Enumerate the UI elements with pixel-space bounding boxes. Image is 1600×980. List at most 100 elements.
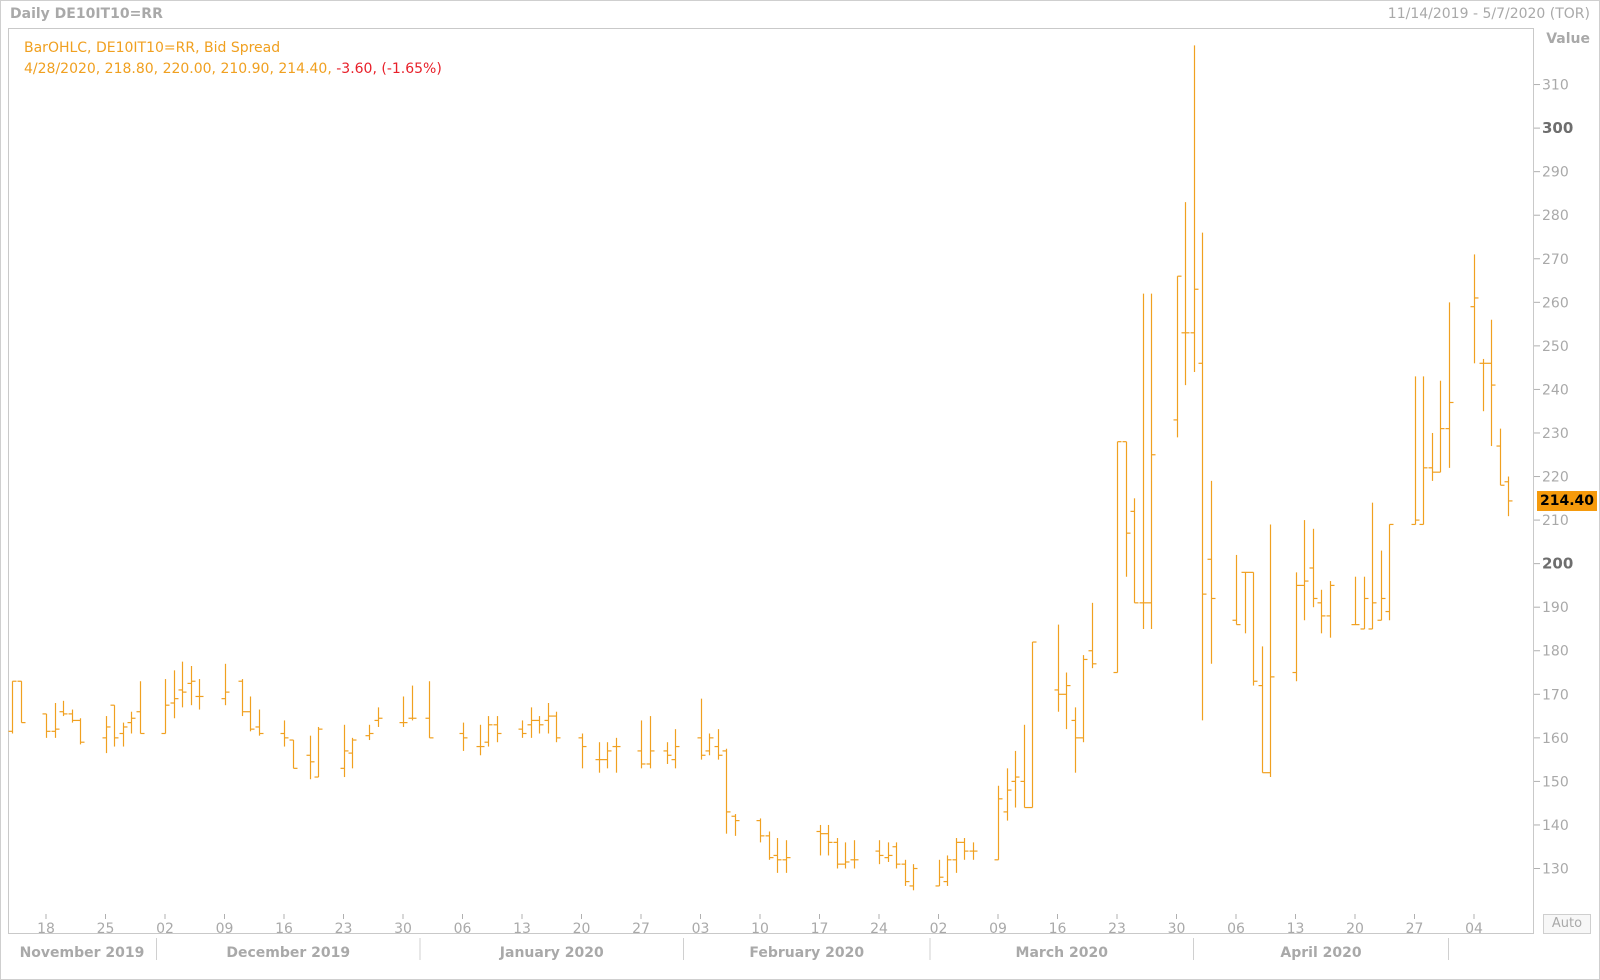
ohlc-bar [136, 681, 145, 735]
ohlc-bar [1292, 572, 1301, 682]
ohlc-bar [68, 709, 77, 723]
x-tick-label: 09 [989, 921, 1007, 937]
ohlc-bar [1241, 571, 1250, 634]
ohlc-bar [731, 814, 740, 836]
y-tick-label: 180 [1542, 644, 1569, 660]
ohlc-bar [221, 663, 230, 706]
ohlc-bar [1258, 646, 1267, 774]
ohlc-bar [1079, 655, 1088, 743]
ohlc-bar [671, 729, 680, 769]
ohlc-bar [833, 838, 842, 869]
ohlc-bar [1181, 202, 1190, 386]
ohlc-bar [1088, 602, 1097, 669]
legend: BarOHLC, DE10IT10=RR, Bid Spread 4/28/20… [24, 38, 442, 80]
month-label: December 2019 [226, 945, 350, 961]
y-tick-label: 200 [1542, 555, 1573, 573]
x-tick-label: 16 [275, 921, 293, 937]
ohlc-bar [51, 703, 60, 738]
last-price-tag: 214.40 [1537, 490, 1597, 511]
legend-change: -3.60, (-1.65%) [336, 61, 442, 77]
x-tick-label: 02 [930, 921, 948, 937]
x-tick-label: 17 [811, 921, 829, 937]
ohlc-bar [348, 737, 357, 769]
ohlc-bar [1003, 768, 1012, 821]
x-tick-label: 09 [216, 921, 234, 937]
x-tick-label: 06 [1227, 921, 1245, 937]
ohlc-bar [850, 840, 859, 869]
x-tick-label: 30 [394, 921, 412, 937]
ohlc-bar [178, 661, 187, 708]
ohlc-bar [484, 716, 493, 747]
ohlc-bar [1011, 750, 1020, 808]
ohlc-bar [824, 824, 833, 856]
ohlc-bar [722, 748, 731, 834]
ohlc-bar [1190, 45, 1199, 373]
ohlc-bar [17, 680, 26, 724]
ohlc-bar [314, 726, 323, 778]
ohlc-bar [875, 840, 884, 865]
ohlc-bar [289, 739, 298, 769]
month-label: March 2020 [1016, 945, 1109, 961]
y-tick-label: 240 [1542, 382, 1569, 398]
x-tick-label: 16 [1049, 921, 1067, 937]
ohlc-bar [697, 698, 706, 760]
x-tick-label: 13 [513, 921, 531, 937]
ohlc-bar [365, 724, 374, 741]
y-tick-label: 150 [1542, 774, 1569, 790]
ohlc-bar [1470, 254, 1479, 364]
ohlc-bar [1232, 554, 1241, 626]
ohlc-bar [935, 859, 944, 887]
ohlc-bar [663, 742, 672, 764]
ohlc-bar [603, 742, 612, 769]
ohlc-bar [42, 713, 51, 738]
ohlc-bar [1139, 293, 1148, 629]
ohlc-bar [1487, 319, 1496, 447]
ohlc-bar [408, 685, 417, 721]
x-tick-label: 27 [632, 921, 650, 937]
ohlc-bar [1130, 498, 1139, 604]
y-tick-label: 230 [1542, 426, 1569, 442]
y-tick-label: 260 [1542, 295, 1569, 311]
legend-ohlc-values: 4/28/2020, 218.80, 220.00, 210.90, 214.4… [24, 61, 337, 77]
ohlc-bar [340, 724, 349, 778]
ohlc-bar [246, 696, 255, 732]
ohlc-bar [1504, 476, 1513, 517]
ohlc-bar [1419, 376, 1428, 526]
ohlc-bar [425, 681, 434, 739]
x-tick-label: 23 [1108, 921, 1126, 937]
x-tick-label: 06 [454, 921, 472, 937]
ohlc-bar [1062, 672, 1071, 730]
ohlc-bar [1249, 571, 1258, 686]
x-tick-label: 02 [156, 921, 174, 937]
ohlc-bar [943, 855, 952, 886]
ohlc-bar [705, 733, 714, 756]
y-tick-label: 290 [1542, 165, 1569, 181]
ohlc-bar [76, 718, 85, 745]
ohlc-bar [127, 711, 136, 734]
y-tick-label: 280 [1542, 208, 1569, 224]
ohlc-bar [637, 720, 646, 769]
ohlc-bar [1411, 376, 1420, 526]
ohlc-bar [1020, 724, 1029, 809]
ohlc-bar [994, 785, 1003, 861]
legend-series-line: BarOHLC, DE10IT10=RR, Bid Spread [24, 40, 281, 56]
y-tick-label: 130 [1542, 862, 1569, 878]
y-tick-label: 220 [1542, 470, 1569, 486]
auto-scale-button[interactable]: Auto [1543, 914, 1591, 934]
ohlc-bar [901, 859, 910, 886]
y-axis-title: Value [1546, 31, 1590, 47]
ohlc-bar [756, 818, 765, 843]
ohlc-bar [884, 842, 893, 862]
ohlc-bar [1207, 480, 1216, 664]
ohlc-bar [1028, 641, 1037, 809]
ohlc-bar [1351, 576, 1360, 626]
ohlc-bar [399, 696, 408, 727]
ohlc-bar [612, 737, 621, 773]
ohlc-bar [1317, 589, 1326, 634]
ohlc-bar [1147, 293, 1156, 629]
ohlc-bar [1122, 441, 1131, 577]
x-tick-label: 25 [97, 921, 115, 937]
ohlc-bar [595, 742, 604, 773]
ohlc-bar [1054, 624, 1063, 712]
month-label: February 2020 [749, 945, 864, 961]
